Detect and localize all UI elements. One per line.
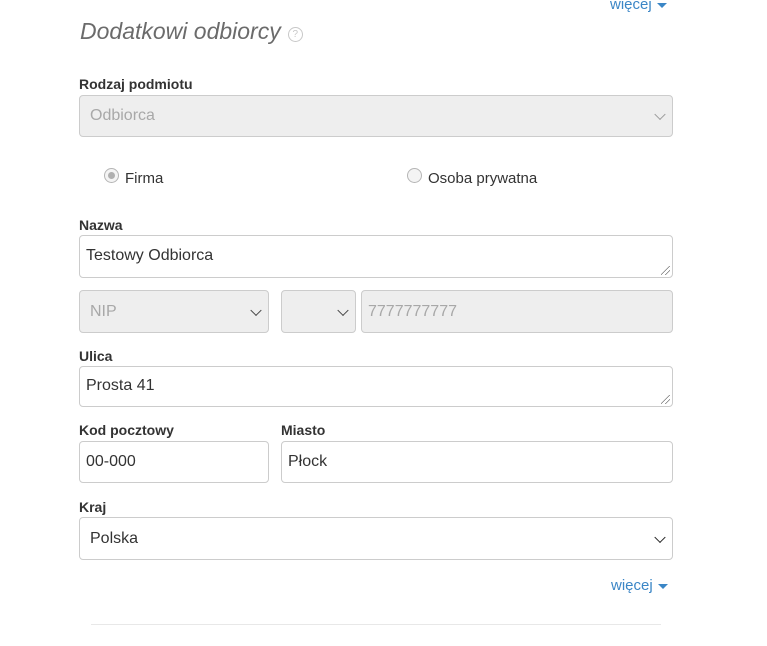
caret-down-icon <box>657 584 668 589</box>
caret-down-icon <box>656 3 667 8</box>
name-label: Nazwa <box>79 217 123 233</box>
entity-type-label: Rodzaj podmiotu <box>79 76 193 92</box>
more-link-top[interactable]: więcej <box>610 0 667 13</box>
city-input[interactable]: Płock <box>281 441 673 483</box>
tax-id-prefix-select[interactable] <box>281 290 356 333</box>
name-value: Testowy Odbiorca <box>86 246 214 264</box>
more-link-bottom[interactable]: więcej <box>611 577 668 594</box>
section-divider <box>91 624 661 625</box>
more-link-top-label: więcej <box>610 0 652 13</box>
more-link-bottom-label: więcej <box>611 577 653 594</box>
postal-code-input[interactable]: 00-000 <box>79 441 269 483</box>
radio-osoba-prywatna[interactable]: Osoba prywatna <box>407 168 538 187</box>
radio-firma-label: Firma <box>125 170 164 187</box>
country-value: Polska <box>90 529 139 547</box>
section-title-text: Dodatkowi odbiorcy <box>80 18 281 44</box>
chevron-down-icon <box>250 304 262 316</box>
chevron-down-icon <box>337 304 349 316</box>
radio-osoba-prywatna-label: Osoba prywatna <box>428 170 538 187</box>
street-value: Prosta 41 <box>86 376 155 394</box>
city-label: Miasto <box>281 422 326 438</box>
entity-type-select[interactable]: Odbiorca <box>79 95 673 137</box>
resize-handle-icon[interactable] <box>661 395 670 404</box>
section-title: Dodatkowi odbiorcy ? <box>80 18 303 45</box>
country-label: Kraj <box>79 499 107 515</box>
postal-code-value: 00-000 <box>86 453 136 470</box>
tax-id-type-select[interactable]: NIP <box>79 290 269 333</box>
radio-firma[interactable]: Firma <box>104 168 164 187</box>
postal-code-label: Kod pocztowy <box>79 422 174 438</box>
tax-id-type-value: NIP <box>90 302 117 320</box>
name-textarea[interactable]: Testowy Odbiorca <box>79 235 673 278</box>
city-value: Płock <box>288 453 328 470</box>
radio-osoba-prywatna-control[interactable] <box>407 168 422 183</box>
help-icon[interactable]: ? <box>287 26 303 42</box>
tax-id-value: 7777777777 <box>368 302 457 320</box>
resize-handle-icon[interactable] <box>661 266 670 275</box>
country-select[interactable]: Polska <box>79 517 673 560</box>
tax-id-input[interactable]: 7777777777 <box>361 290 673 333</box>
street-textarea[interactable]: Prosta 41 <box>79 366 673 407</box>
entity-type-value: Odbiorca <box>90 107 155 124</box>
radio-checked-dot <box>108 172 115 179</box>
street-label: Ulica <box>79 348 113 364</box>
chevron-down-icon <box>654 531 666 543</box>
chevron-down-icon <box>654 108 666 121</box>
radio-firma-control[interactable] <box>104 168 119 183</box>
